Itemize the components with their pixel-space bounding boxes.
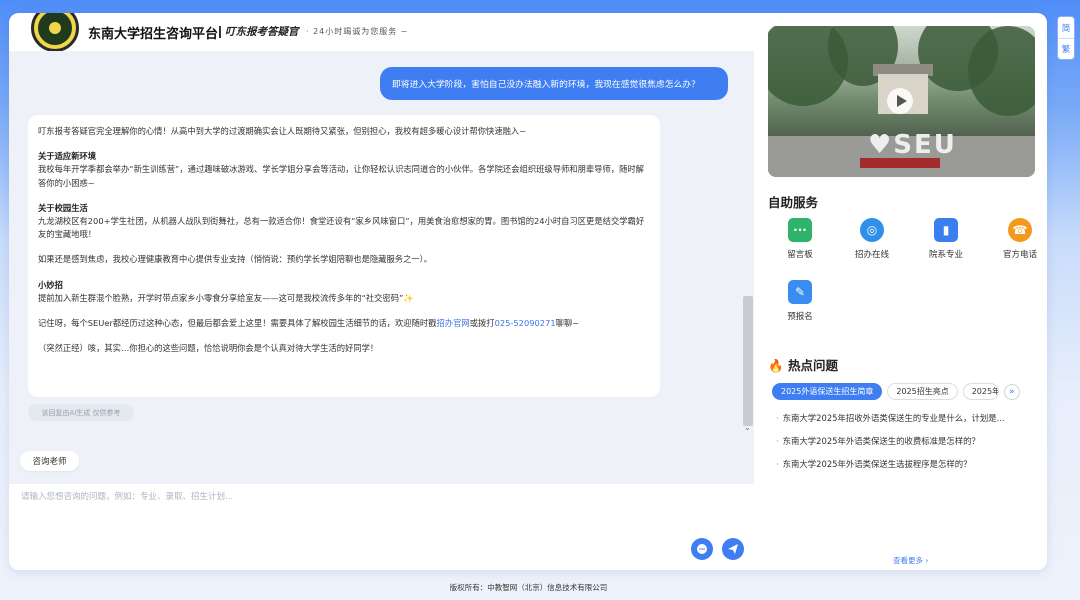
scroll-down-icon[interactable]: ⌄ [744, 423, 751, 432]
phone-link[interactable]: 025-52090271 [495, 318, 556, 328]
tab-foreign-language[interactable]: 2025外语保送生招生简章 [772, 383, 883, 400]
section-title-tips: 小妙招 [38, 279, 63, 290]
seu-sign-graphic: ♥SEU [868, 130, 957, 160]
section-body-support: 如果还是感到焦虑，我校心理健康教育中心提供专业支持（悄悄说：预约学长学姐陪聊也是… [38, 254, 433, 265]
service-phone[interactable]: ☎ 官方电话 [988, 218, 1047, 260]
chat-scrollbar[interactable] [743, 296, 753, 426]
header-tagline: · 24小时竭诚为您服务 ~ [306, 27, 409, 36]
hot-question[interactable]: 东南大学2025年招收外语类保送生的专业是什么，计划是... [776, 412, 1005, 424]
send-icon [728, 544, 738, 554]
hot-tabs: 2025外语保送生招生简章 2025招生亮点 2025年 » [772, 383, 1020, 400]
send-button[interactable] [722, 538, 744, 560]
service-admissions-online[interactable]: ◎ 招办在线 [840, 218, 904, 260]
service-pre-registration[interactable]: ✎ 预报名 [768, 280, 832, 322]
header: 东南大学招生咨询平台 叮东报考答疑官 · 24小时竭诚为您服务 ~ [9, 13, 754, 52]
bot-intro: 叮东报考答疑官完全理解你的心情！从高中到大学的过渡期确实会让人既期待又紧张，但别… [38, 126, 527, 136]
header-divider [219, 26, 221, 38]
self-service-title: 自助服务 [768, 195, 819, 210]
campus-video[interactable]: ♥SEU [768, 26, 1035, 177]
contact-paragraph: 记住呀，每个SEUer都经历过这种心态，但最后都会爱上这里！需要具体了解校园生活… [38, 318, 580, 329]
tab-highlights[interactable]: 2025招生亮点 [887, 383, 958, 400]
traditional-chinese-button[interactable]: 繁 [1058, 38, 1074, 59]
service-departments[interactable]: ▮ 院系专业 [914, 218, 978, 260]
admissions-online-icon: ◎ [860, 218, 884, 242]
sidebar: ♥SEU 自助服务 ··· 留言板 ◎ 招办在线 ▮ 院系专业 ☎ 官方电话 ✎… [754, 13, 1047, 570]
section-title-campus: 关于校园生活 [38, 202, 88, 213]
departments-icon: ▮ [934, 218, 958, 242]
simplified-chinese-button[interactable]: 简 [1058, 17, 1074, 38]
input-area [9, 484, 754, 570]
question-input[interactable] [21, 490, 681, 540]
bot-outro: （突然正经）咳，其实…你担心的这些问题，恰恰说明你会是个认真对待大学生活的好同学… [38, 343, 379, 354]
language-switch: 简 繁 [1057, 16, 1075, 60]
hot-questions-title: 🔥 热点问题 [768, 358, 838, 373]
chat-panel: 即将进入大学阶段，害怕自己没办法融入新的环境，我现在感觉很焦虑怎么办？ 叮东报考… [9, 51, 754, 484]
user-message: 即将进入大学阶段，害怕自己没办法融入新的环境，我现在感觉很焦虑怎么办？ [380, 67, 728, 100]
tabs-next-icon[interactable]: » [1003, 383, 1020, 400]
section-body-adapt: 我校每年开学季都会举办“新生训练营”，通过趣味破冰游戏、学长学姐分享会等活动，让… [38, 164, 644, 188]
bot-message: 叮东报考答疑官完全理解你的心情！从高中到大学的过渡期确实会让人既期待又紧张，但别… [28, 115, 660, 397]
copyright-footer: 版权所有：中教智网（北京）信息技术有限公司 [449, 583, 608, 592]
pre-registration-icon: ✎ [788, 280, 812, 304]
admissions-site-link[interactable]: 招办官网 [436, 318, 469, 328]
main-card: 东南大学招生咨询平台 叮东报考答疑官 · 24小时竭诚为您服务 ~ 即将进入大学… [9, 13, 1047, 570]
consult-teacher-button[interactable]: 咨询老师 [20, 451, 79, 471]
chat-bubble-icon [697, 544, 707, 554]
see-more-link[interactable]: 查看更多 › [893, 555, 928, 566]
university-logo [31, 13, 79, 52]
assistant-name: 叮东报考答疑官 [225, 26, 299, 38]
hot-question[interactable]: 东南大学2025年外语类保送生的收费标准是怎样的？ [776, 435, 980, 447]
section-body-tips: 提前加入新生群混个脸熟，开学时带点家乡小零食分享给室友——这可是我校流传多年的“… [38, 292, 414, 303]
site-title: 东南大学招生咨询平台 [88, 27, 219, 42]
message-board-icon: ··· [788, 218, 812, 242]
phone-icon: ☎ [1008, 218, 1032, 242]
section-title-adapt: 关于适应新环境 [38, 151, 97, 162]
fire-icon: 🔥 [768, 358, 784, 373]
play-icon[interactable] [887, 88, 913, 114]
ai-disclaimer-badge: 该回复由AI生成 仅供参考 [28, 404, 134, 421]
section-body-campus: 九龙湖校区有200+学生社团，从机器人战队到街舞社，总有一款适合你！食堂还设有“… [38, 216, 645, 240]
service-message-board[interactable]: ··· 留言板 [768, 218, 832, 260]
tab-2025[interactable]: 2025年 [962, 383, 999, 400]
chat-bubble-button[interactable] [691, 538, 713, 560]
hot-question[interactable]: 东南大学2025年外语类保送生选拔程序是怎样的？ [776, 458, 972, 470]
